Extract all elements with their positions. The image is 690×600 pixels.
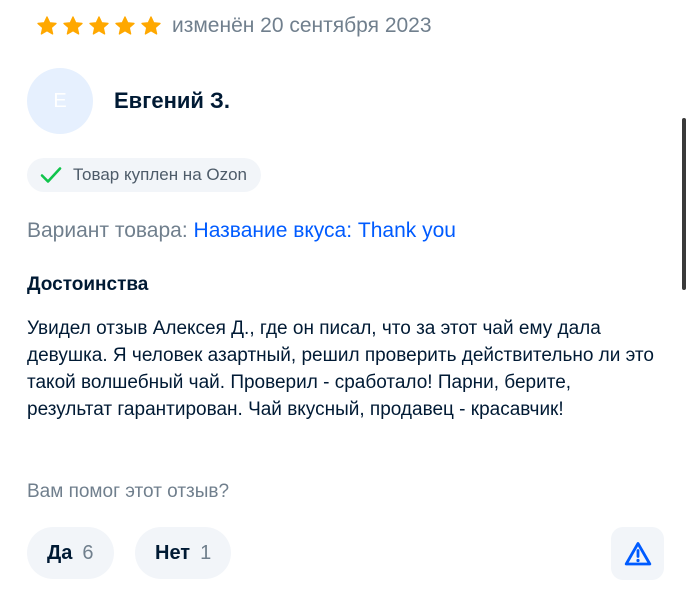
pros-heading: Достоинства [27,274,149,295]
warning-triangle-icon [624,541,652,567]
rating-row: изменён 20 сентября 2023 [36,14,432,38]
checkmark-icon [39,165,63,185]
variant-link[interactable]: Название вкуса: Thank you [194,219,456,242]
avatar: Е [27,68,93,134]
review-text: Увидел отзыв Алексея Д., где он писал, ч… [27,318,654,420]
vote-no-label: Нет [155,541,191,564]
purchased-on-ozon-badge: Товар куплен на Ozon [27,158,262,192]
vote-no-count: 1 [200,541,212,564]
avatar-initial: Е [53,89,67,112]
vote-yes-count: 6 [82,541,94,564]
purchase-badge-label: Товар куплен на Ozon [73,165,248,184]
variant-label: Вариант товара: [27,219,188,242]
star-icon [114,15,136,37]
review-author: Е Евгений З. [27,68,230,134]
vote-yes-button[interactable]: Да 6 [27,527,114,579]
vote-no-button[interactable]: Нет 1 [135,527,232,579]
author-name: Евгений З. [114,88,230,113]
vote-yes-label: Да [47,541,73,564]
helpful-question: Вам помог этот отзыв? [27,481,230,502]
product-variant: Вариант товара: Название вкуса: Thank yo… [27,219,456,243]
star-icon [88,15,110,37]
report-button[interactable] [611,527,664,580]
star-rating [36,15,162,37]
star-icon [62,15,84,37]
scrollbar[interactable] [682,118,686,290]
edited-date: изменён 20 сентября 2023 [172,14,432,37]
star-icon [36,15,58,37]
star-icon [140,15,162,37]
